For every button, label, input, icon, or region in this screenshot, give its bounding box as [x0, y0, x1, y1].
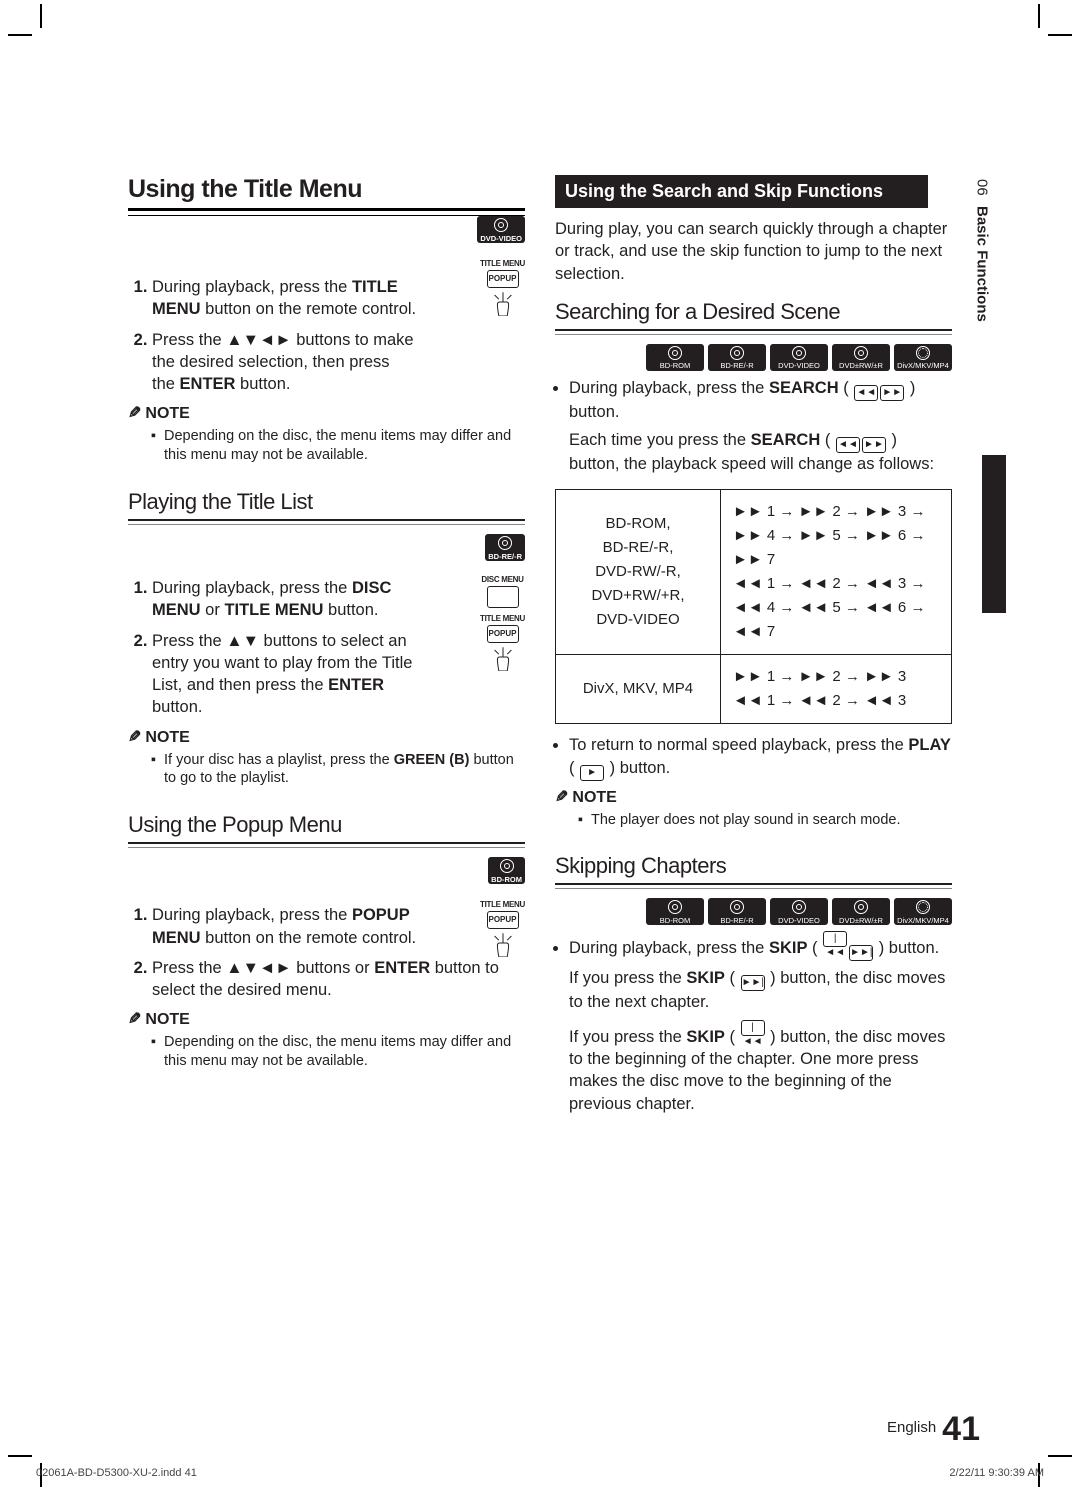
remote-icon-title-menu: TITLE MENU POPUP	[480, 259, 525, 316]
table-cell: BD-ROM, BD-RE/-R, DVD-RW/-R, DVD+RW/+R, …	[556, 490, 721, 655]
search-bullet-list: During playback, press the SEARCH ( ◄◄►►…	[555, 377, 952, 423]
disc-badge: BD-RE/-R	[708, 898, 766, 925]
skip-bullet: During playback, press the SKIP ( |◄◄►►|…	[555, 931, 952, 961]
badge-dvd-video: DVD-VIDEO	[477, 215, 525, 243]
page-footer: English41	[887, 1410, 980, 1449]
side-tab-marker	[982, 455, 1006, 613]
search-line2: Each time you press the SEARCH ( ◄◄►► ) …	[555, 429, 952, 475]
table-row: BD-ROM, BD-RE/-R, DVD-RW/-R, DVD+RW/+R, …	[556, 490, 952, 655]
intro-paragraph: During play, you can search quickly thro…	[555, 218, 952, 285]
skip-paragraph-2: If you press the SKIP ( |◄◄ ) button, th…	[555, 1020, 952, 1115]
step-1: During playback, press the TITLE MENU bu…	[152, 276, 417, 321]
note-item: Depending on the disc, the menu items ma…	[164, 1033, 525, 1071]
note-icon: ✎	[128, 403, 141, 423]
skip-paragraph-1: If you press the SKIP ( ►►| ) button, th…	[555, 967, 952, 1013]
print-metadata: 02061A-BD-D5300-XU-2.indd 41 2/22/11 9:3…	[36, 1467, 1044, 1479]
note-item: Depending on the disc, the menu items ma…	[164, 427, 525, 465]
note-heading: ✎NOTE	[128, 403, 525, 423]
disc-menu-button-icon	[487, 586, 519, 608]
disc-badge: DVD-VIDEO	[770, 344, 828, 371]
bullet-item: During playback, press the SEARCH ( ◄◄►►…	[569, 377, 952, 423]
popup-button-icon: POPUP	[487, 625, 519, 643]
bullet-item: During playback, press the SKIP ( |◄◄►►|…	[569, 931, 952, 961]
badge-bdre: BD-RE/-R	[485, 533, 525, 561]
popup-button-icon: POPUP	[487, 911, 519, 929]
disc-badge: DivX/MKV/MP4	[894, 344, 952, 371]
bullet-item: To return to normal speed playback, pres…	[569, 734, 952, 780]
hand-icon	[489, 929, 517, 957]
disc-badge: DivX/MKV/MP4	[894, 898, 952, 925]
step-1: During playback, press the POPUP MENU bu…	[152, 904, 417, 949]
fastforward-icon: ►►	[862, 437, 886, 453]
title-menu-steps: During playback, press the TITLE MENU bu…	[128, 276, 525, 395]
page-content: Using the Title Menu DVD-VIDEO TITLE MEN…	[128, 175, 952, 1115]
note-heading: ✎NOTE	[128, 1009, 525, 1029]
note-list: The player does not play sound in search…	[555, 811, 952, 830]
note-icon: ✎	[128, 727, 141, 747]
disc-badge: BD-ROM	[646, 898, 704, 925]
note-icon: ✎	[128, 1009, 141, 1029]
disc-badge: BD-RE/-R	[708, 344, 766, 371]
heading-search-scene: Searching for a Desired Scene	[555, 299, 952, 325]
note-item: If your disc has a playlist, press the G…	[164, 751, 525, 789]
page-number: 41	[942, 1410, 980, 1448]
table-cell: DivX, MKV, MP4	[556, 655, 721, 724]
side-chapter-label: 06 Basic Functions	[968, 175, 996, 338]
disc-badge: BD-ROM	[646, 344, 704, 371]
note-list: Depending on the disc, the menu items ma…	[128, 1033, 525, 1071]
hand-icon	[489, 288, 517, 316]
heading-skip-chapters: Skipping Chapters	[555, 853, 952, 879]
right-column: 06 Basic Functions Using the Search and …	[555, 175, 952, 1115]
popup-button-icon: POPUP	[487, 270, 519, 288]
badge-bdrom: BD-ROM	[488, 856, 525, 884]
search-speed-table: BD-ROM, BD-RE/-R, DVD-RW/-R, DVD+RW/+R, …	[555, 489, 952, 724]
note-item: The player does not play sound in search…	[591, 811, 952, 830]
skip-back-icon: |◄◄	[741, 1020, 765, 1036]
skip-forward-icon: ►►|	[849, 945, 873, 961]
disc-badge: DVD±RW/±R	[832, 898, 890, 925]
note-icon: ✎	[555, 787, 568, 807]
popup-menu-steps: During playback, press the POPUP MENU bu…	[128, 904, 525, 1001]
disc-badge-row: BD-ROM BD-RE/-R DVD-VIDEO DVD±RW/±R DivX…	[555, 343, 952, 371]
step-2: Press the ▲▼◄► buttons to make the desir…	[152, 329, 417, 396]
remote-icon-disc-title-menu: DISC MENU TITLE MENU POPUP	[480, 575, 525, 671]
step-2: Press the ▲▼◄► buttons or ENTER button t…	[152, 957, 525, 1002]
table-row: DivX, MKV, MP4 ►► 1 → ►► 2 → ►► 3 ◄◄ 1 →…	[556, 655, 952, 724]
skip-forward-icon: ►►|	[741, 975, 765, 991]
table-cell: ►► 1 → ►► 2 → ►► 3 ◄◄ 1 → ◄◄ 2 → ◄◄ 3	[721, 655, 952, 724]
fastforward-icon: ►►	[880, 385, 904, 401]
play-icon: ►	[580, 765, 604, 781]
print-timestamp: 2/22/11 9:30:39 AM	[949, 1467, 1044, 1479]
rewind-icon: ◄◄	[836, 437, 860, 453]
disc-badge: DVD±RW/±R	[832, 344, 890, 371]
note-list: If your disc has a playlist, press the G…	[128, 751, 525, 789]
print-file: 02061A-BD-D5300-XU-2.indd 41	[36, 1467, 197, 1479]
heading-popup-menu: Using the Popup Menu	[128, 812, 525, 838]
note-list: Depending on the disc, the menu items ma…	[128, 427, 525, 465]
left-column: Using the Title Menu DVD-VIDEO TITLE MEN…	[128, 175, 525, 1115]
remote-icon-title-menu: TITLE MENU POPUP	[480, 900, 525, 957]
note-heading: ✎NOTE	[128, 727, 525, 747]
step-1: During playback, press the DISC MENU or …	[152, 577, 417, 622]
hand-icon	[489, 643, 517, 671]
disc-badge: DVD-VIDEO	[770, 898, 828, 925]
table-cell: ►► 1 → ►► 2 → ►► 3 → ►► 4 → ►► 5 → ►► 6 …	[721, 490, 952, 655]
return-bullet: To return to normal speed playback, pres…	[555, 734, 952, 780]
disc-badge-row: BD-ROM BD-RE/-R DVD-VIDEO DVD±RW/±R DivX…	[555, 897, 952, 925]
step-2: Press the ▲▼ buttons to select an entry …	[152, 630, 417, 719]
heading-title-menu: Using the Title Menu	[128, 175, 525, 204]
rewind-icon: ◄◄	[854, 385, 878, 401]
note-heading: ✎NOTE	[555, 787, 952, 807]
skip-back-icon: |◄◄	[823, 931, 847, 947]
heading-title-list: Playing the Title List	[128, 489, 525, 515]
section-bar-search-skip: Using the Search and Skip Functions	[555, 175, 928, 208]
title-list-steps: During playback, press the DISC MENU or …	[128, 577, 525, 719]
